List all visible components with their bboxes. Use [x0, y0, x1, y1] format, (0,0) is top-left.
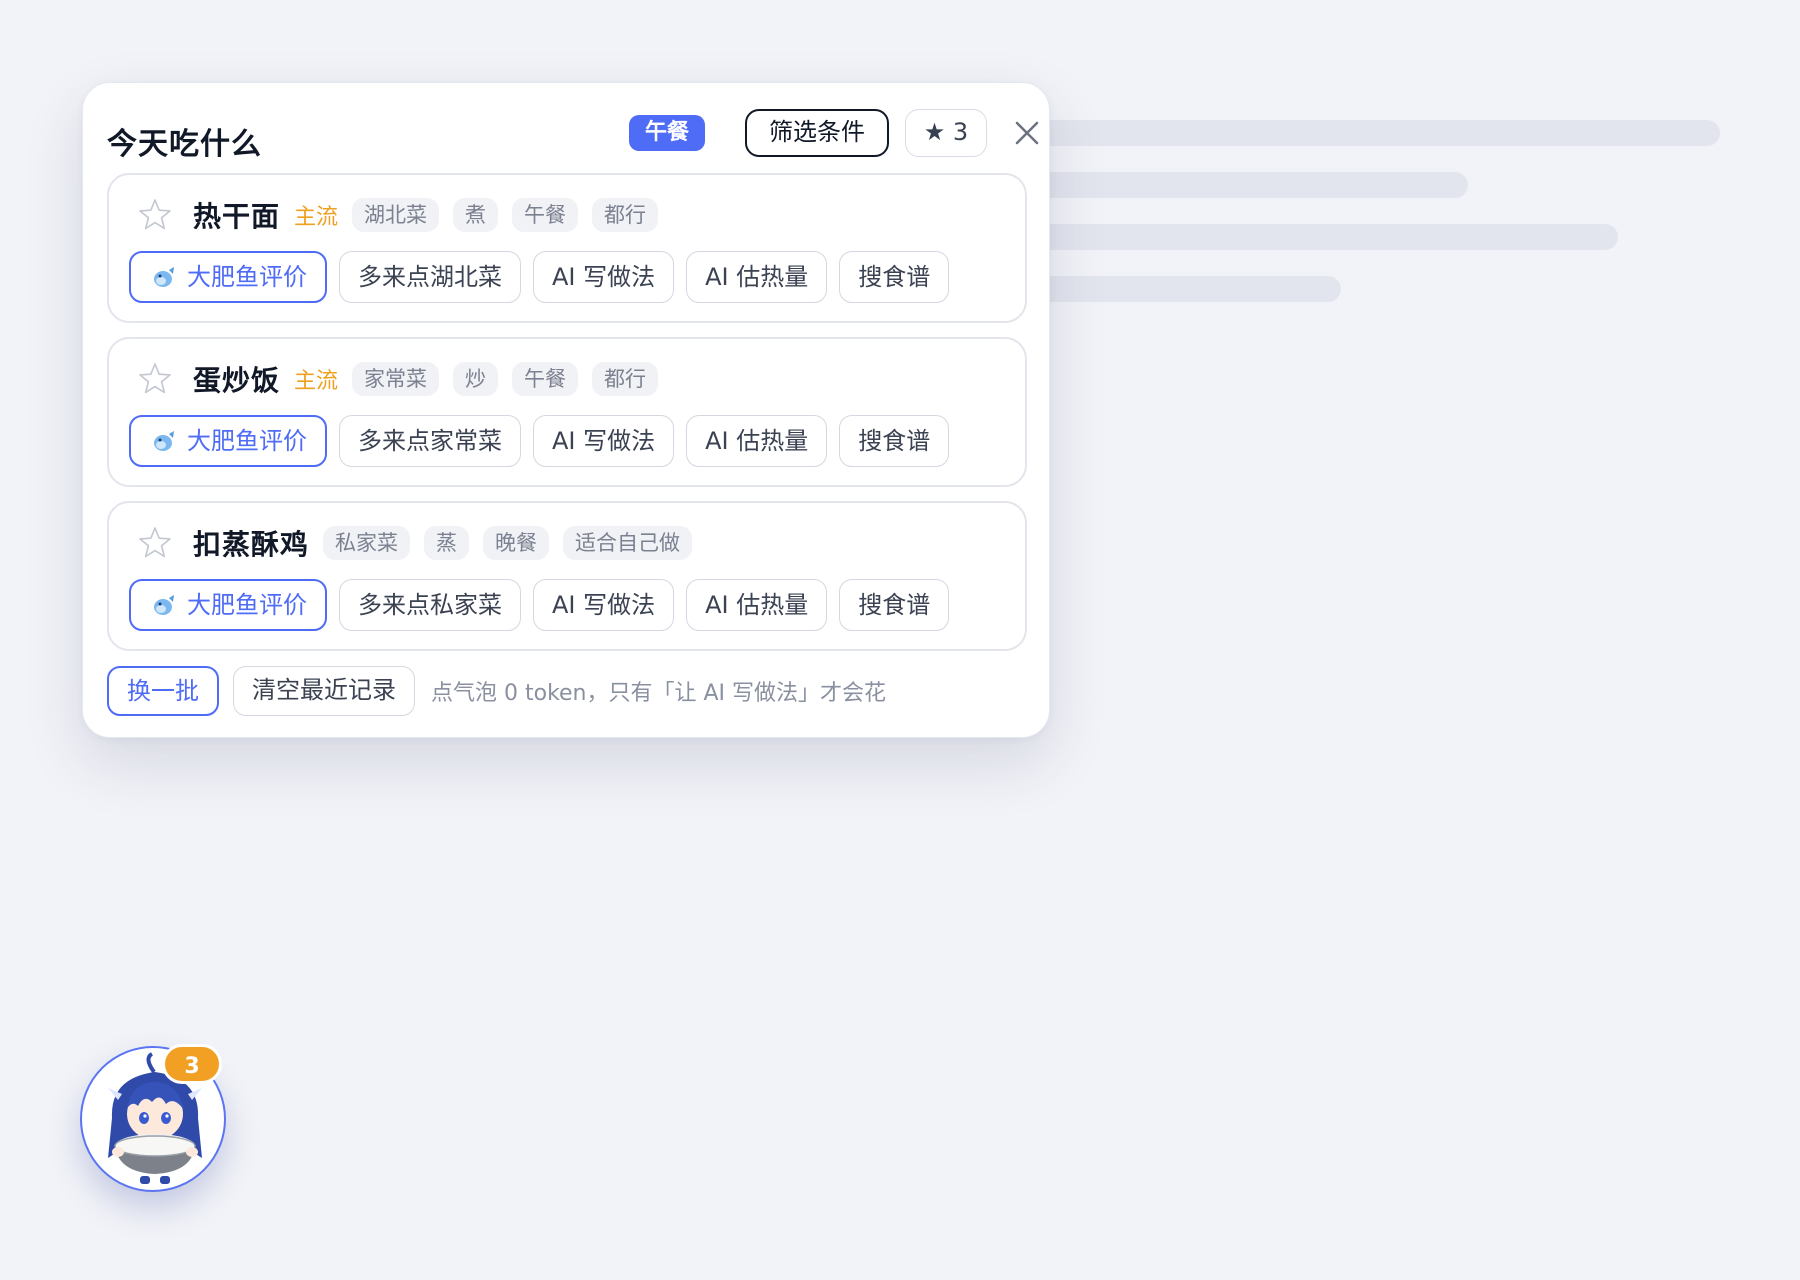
search-recipe-button[interactable]: 搜食谱: [839, 579, 950, 631]
placeholder-line: [1020, 120, 1720, 146]
ai-recipe-button[interactable]: AI 写做法: [533, 251, 675, 303]
clear-history-button[interactable]: 清空最近记录: [233, 666, 415, 716]
ai-calorie-button[interactable]: AI 估热量: [686, 579, 828, 631]
dish-name: 蛋炒饭: [193, 364, 281, 397]
star-outline-icon[interactable]: [137, 525, 173, 561]
dish-tag: 晚餐: [483, 526, 550, 560]
placeholder-line: [1020, 172, 1468, 198]
meal-badge[interactable]: 午餐: [629, 115, 705, 151]
mascot-bubble[interactable]: 3: [80, 1044, 226, 1192]
dish-tag: 湖北菜: [352, 198, 440, 232]
fish-review-label: 大肥鱼评价: [187, 262, 307, 291]
ai-recipe-button[interactable]: AI 写做法: [533, 415, 675, 467]
dish-tag: 适合自己做: [563, 526, 693, 560]
star-outline-icon[interactable]: [137, 197, 173, 233]
dish-tag: 蒸: [424, 526, 470, 560]
close-icon[interactable]: [1007, 113, 1047, 153]
favorites-count-button[interactable]: ★ 3: [905, 109, 987, 157]
panel-title: 今天吃什么: [107, 127, 262, 162]
star-outline-icon[interactable]: [137, 361, 173, 397]
ai-calorie-button[interactable]: AI 估热量: [686, 415, 828, 467]
placeholder-line: [1020, 224, 1618, 250]
notification-badge: 3: [162, 1044, 222, 1084]
refresh-button[interactable]: 换一批: [107, 666, 219, 716]
more-cuisine-button[interactable]: 多来点家常菜: [339, 415, 521, 467]
filter-button[interactable]: 筛选条件: [745, 109, 889, 157]
fish-review-label: 大肥鱼评价: [187, 590, 307, 619]
food-picker-panel: 今天吃什么 午餐 筛选条件 ★ 3 热干面 主流 湖北菜 煮 午餐 都行 大肥鱼…: [82, 82, 1050, 738]
panel-footer: 换一批 清空最近记录 点气泡 0 token，只有「让 AI 写做法」才会花: [107, 665, 886, 717]
fish-icon: [154, 267, 174, 287]
dish-tag: 家常菜: [352, 362, 440, 396]
dish-tag: 煮: [453, 198, 499, 232]
dish-name: 扣蒸酥鸡: [193, 528, 310, 561]
dish-tag: 炒: [453, 362, 499, 396]
footer-note: 点气泡 0 token，只有「让 AI 写做法」才会花: [431, 681, 887, 706]
ai-recipe-button[interactable]: AI 写做法: [533, 579, 675, 631]
placeholder-line: [1020, 276, 1341, 302]
fish-review-label: 大肥鱼评价: [187, 426, 307, 455]
mainstream-tag: 主流: [294, 205, 339, 230]
dish-card: 热干面 主流 湖北菜 煮 午餐 都行 大肥鱼评价 多来点湖北菜 AI 写做法 A…: [107, 173, 1027, 323]
dish-card: 扣蒸酥鸡 私家菜 蒸 晚餐 适合自己做 大肥鱼评价 多来点私家菜 AI 写做法 …: [107, 501, 1027, 651]
dish-tag: 午餐: [512, 362, 579, 396]
fish-review-button[interactable]: 大肥鱼评价: [129, 415, 327, 467]
dish-tag: 私家菜: [323, 526, 411, 560]
dish-tag: 都行: [592, 362, 659, 396]
more-cuisine-button[interactable]: 多来点私家菜: [339, 579, 521, 631]
dish-name: 热干面: [193, 200, 281, 233]
dish-tag: 都行: [592, 198, 659, 232]
fish-review-button[interactable]: 大肥鱼评价: [129, 579, 327, 631]
more-cuisine-button[interactable]: 多来点湖北菜: [339, 251, 521, 303]
fish-icon: [154, 595, 174, 615]
mainstream-tag: 主流: [294, 369, 339, 394]
fish-icon: [154, 431, 174, 451]
fish-review-button[interactable]: 大肥鱼评价: [129, 251, 327, 303]
dish-card: 蛋炒饭 主流 家常菜 炒 午餐 都行 大肥鱼评价 多来点家常菜 AI 写做法 A…: [107, 337, 1027, 487]
search-recipe-button[interactable]: 搜食谱: [839, 251, 950, 303]
ai-calorie-button[interactable]: AI 估热量: [686, 251, 828, 303]
dish-tag: 午餐: [512, 198, 579, 232]
search-recipe-button[interactable]: 搜食谱: [839, 415, 950, 467]
panel-header: 今天吃什么 午餐 筛选条件 ★ 3: [107, 109, 1039, 163]
